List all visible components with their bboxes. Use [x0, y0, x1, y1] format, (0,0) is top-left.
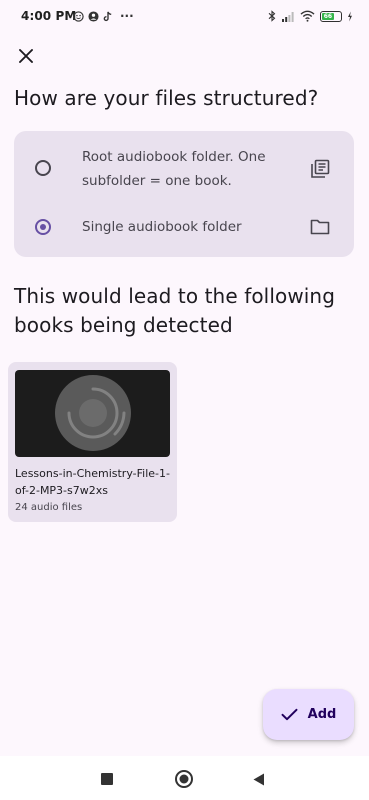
charging-icon — [348, 11, 352, 21]
book-file-count: 24 audio files — [15, 502, 83, 513]
smiley-notification-icon — [73, 10, 84, 22]
battery-level: 66 — [322, 12, 334, 20]
recents-button[interactable] — [94, 766, 120, 792]
close-button[interactable] — [10, 40, 42, 72]
system-icons: 66 — [268, 9, 353, 23]
option-root-folder-label: Root audiobook folder. One subfolder = o… — [82, 149, 266, 189]
radio-root-folder[interactable] — [35, 160, 51, 176]
folder-icon — [309, 216, 331, 238]
signal-icon — [282, 11, 294, 22]
book-cover — [15, 370, 170, 457]
page-title: How are your files structured? — [14, 86, 319, 110]
check-icon — [281, 708, 298, 721]
status-time: 4:00 PM — [21, 9, 77, 23]
folder-structure-options: Root audiobook folder. One subfolder = o… — [14, 131, 354, 257]
close-icon — [19, 49, 33, 63]
more-notifications-icon: ··· — [120, 9, 134, 23]
option-single-folder-label: Single audiobook folder — [82, 219, 242, 235]
circle-home-icon — [175, 770, 193, 788]
back-button[interactable] — [246, 766, 272, 792]
book-card[interactable]: Lessons-in-Chemistry-File-1-of-2-MP3-s7w… — [8, 362, 177, 522]
account-notification-icon — [88, 10, 99, 22]
add-button-label: Add — [307, 707, 337, 722]
battery-icon: 66 — [320, 10, 342, 22]
book-title: Lessons-in-Chemistry-File-1-of-2-MP3-s7w… — [15, 467, 170, 497]
navigation-bar — [0, 756, 369, 800]
radio-selected-dot — [40, 224, 46, 230]
library-books-icon — [309, 158, 331, 180]
square-recents-icon — [101, 773, 113, 785]
status-bar: 4:00 PM ··· 66 — [0, 0, 369, 34]
bluetooth-icon — [268, 10, 276, 22]
tiktok-notification-icon — [103, 11, 112, 21]
option-root-folder[interactable]: Root audiobook folder. One subfolder = o… — [14, 139, 354, 199]
home-button[interactable] — [171, 766, 197, 792]
option-single-folder[interactable]: Single audiobook folder — [14, 205, 354, 249]
wifi-icon — [300, 10, 315, 22]
results-heading: This would lead to the following books b… — [14, 284, 336, 337]
triangle-back-icon — [253, 773, 264, 785]
add-button[interactable]: Add — [263, 689, 354, 740]
radio-single-folder[interactable] — [35, 219, 51, 235]
notification-icons: ··· — [73, 9, 134, 23]
disc-cover-icon — [55, 375, 131, 451]
